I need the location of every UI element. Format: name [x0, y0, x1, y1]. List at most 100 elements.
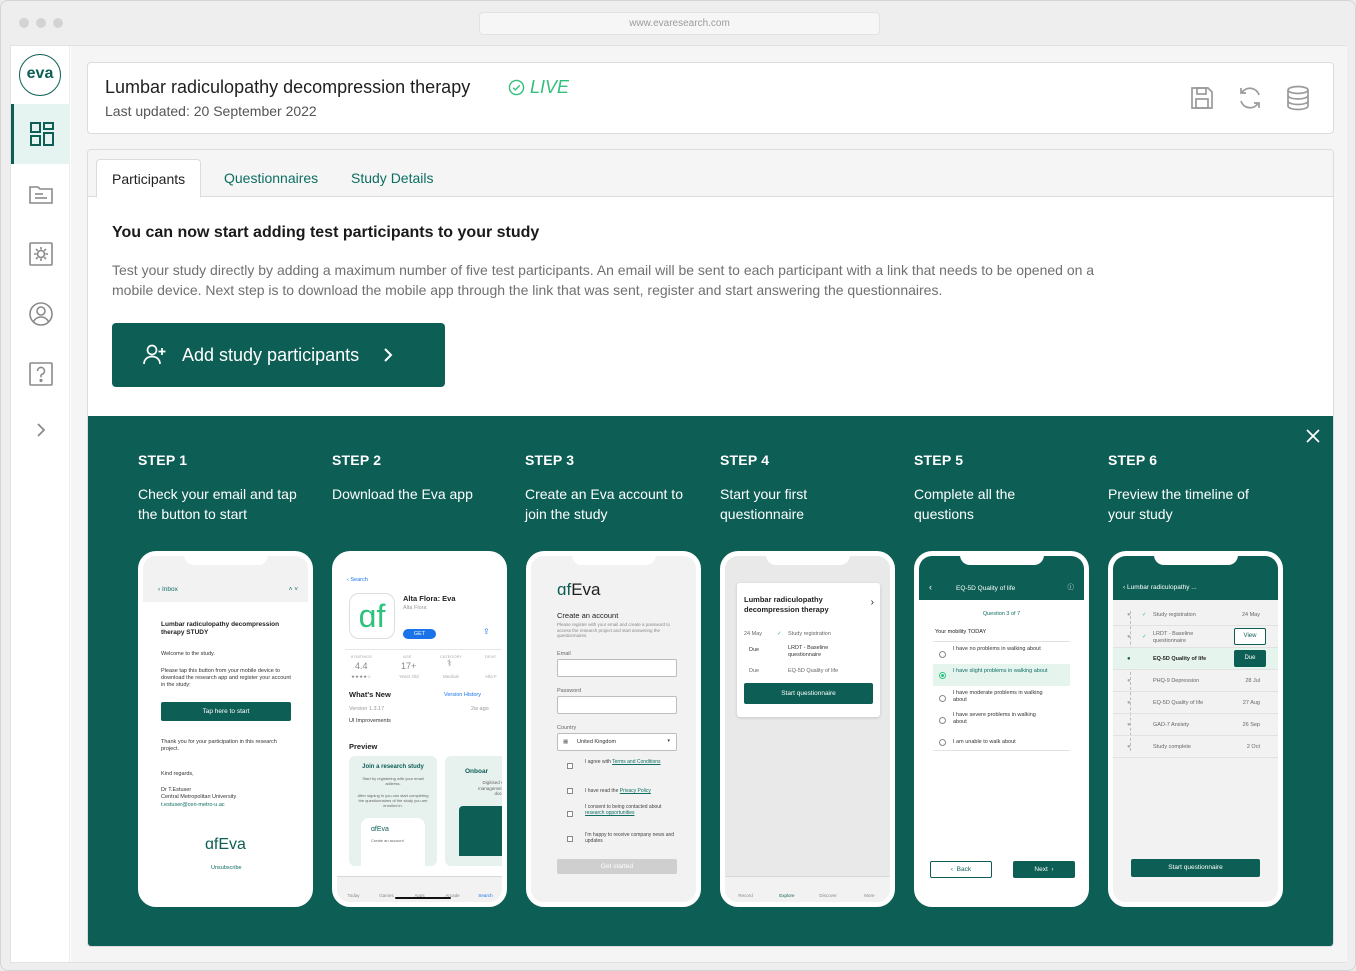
intro-heading: You can now start adding test participan…: [112, 224, 540, 241]
timeline-row: ● PHQ-9 Depression 28 Jul: [1113, 670, 1278, 692]
terms-checkbox[interactable]: [567, 763, 573, 769]
rating-stars: ★★★★☆: [351, 674, 372, 679]
timeline-item: EQ-5D Quality of life: [788, 668, 839, 674]
refresh-button[interactable]: [1235, 83, 1265, 113]
tab-participants[interactable]: Participants: [96, 159, 202, 198]
step-label: STEP 4: [720, 452, 770, 468]
option-radio[interactable]: [939, 717, 946, 724]
unsubscribe-link[interactable]: Unsubscribe: [211, 865, 242, 872]
browser-window: www.evaresearch.com eva Lumbar radiculop…: [0, 0, 1356, 971]
save-icon: [1191, 87, 1213, 109]
back-button[interactable]: ‹ Back: [930, 861, 992, 878]
create-account-title: Create an account: [557, 611, 619, 620]
phone-timeline: ‹ Lumbar radiculopathy ... ● ✓ Study reg…: [1108, 551, 1283, 907]
info-icon[interactable]: ⓘ: [1068, 584, 1075, 592]
country-value: United Kingdom: [577, 739, 617, 745]
consent-link[interactable]: research opportunities: [585, 810, 634, 816]
get-started-button[interactable]: Get started: [557, 859, 677, 874]
whats-new-heading: What's New: [349, 690, 391, 699]
option-radio[interactable]: [939, 695, 946, 702]
app-name: Alta Flora: Eva: [403, 594, 456, 603]
step-label: STEP 3: [525, 452, 575, 468]
timeline-item: Study registration: [788, 631, 831, 637]
view-button[interactable]: View: [1234, 628, 1266, 645]
tab-search[interactable]: Search: [472, 893, 500, 898]
tab-explore[interactable]: Explore: [773, 893, 801, 898]
email-text: Welcome to the study.: [161, 651, 215, 657]
sidebar-expand[interactable]: [11, 400, 70, 460]
timeline-date: 2 Oct: [1246, 744, 1260, 750]
consent-checkbox[interactable]: [567, 811, 573, 817]
signature: Central Metropolitan University: [161, 794, 237, 800]
chevron-down-icon: ▾: [667, 738, 670, 744]
tab-more[interactable]: More: [855, 893, 883, 898]
timeline-item: Study registration: [1153, 612, 1196, 618]
start-questionnaire-button[interactable]: Start questionnaire: [744, 683, 873, 704]
option-label: I have no problems in walking about: [953, 646, 1041, 652]
tab-discover[interactable]: Discover: [814, 893, 842, 898]
timeline-back[interactable]: ‹ Lumbar radiculopathy ...: [1123, 584, 1197, 592]
chevron-right-icon: [384, 348, 393, 362]
password-label: Password: [557, 688, 582, 694]
inbox-back[interactable]: ‹ Inbox: [158, 586, 178, 594]
app-icon: ɑf: [349, 593, 395, 639]
search-back[interactable]: ‹ Search: [347, 577, 368, 584]
check-circle-icon: [508, 79, 525, 96]
email-field[interactable]: [557, 659, 677, 677]
add-participants-button[interactable]: Add study participants: [112, 323, 445, 387]
sidebar-item-files[interactable]: [11, 164, 70, 224]
tap-start-button[interactable]: Tap here to start: [161, 702, 291, 721]
preview-card: Onboar Digitised conse management and do…: [445, 756, 502, 866]
get-button[interactable]: GET: [403, 629, 436, 639]
tab-study-details[interactable]: Study Details: [336, 159, 448, 198]
due-button[interactable]: Due: [1234, 650, 1266, 667]
version-history-link[interactable]: Version History: [444, 692, 481, 699]
url-bar[interactable]: www.evaresearch.com: [479, 12, 880, 35]
sidebar-item-dashboard[interactable]: [11, 104, 70, 164]
step-label: STEP 5: [914, 452, 964, 468]
minimize-dot[interactable]: [36, 18, 46, 28]
study-title: Lumbar radiculopathy decompression thera…: [105, 77, 471, 97]
privacy-text: I have read the Privacy Policy: [585, 788, 651, 794]
improvements-text: UI Improvements: [349, 718, 391, 724]
phone-first-questionnaire: Lumbar radiculopathy decompression thera…: [720, 551, 895, 907]
question-prompt: Your mobility TODAY: [935, 629, 987, 635]
tab-questionnaires[interactable]: Questionnaires: [209, 159, 333, 198]
timeline-status: Due: [749, 647, 760, 653]
sidebar-item-settings[interactable]: [11, 224, 70, 284]
step-label: STEP 2: [332, 452, 382, 468]
tab-record[interactable]: Record: [732, 893, 760, 898]
next-button[interactable]: Next ›: [1013, 861, 1075, 878]
privacy-link[interactable]: Privacy Policy: [620, 788, 651, 794]
option-radio[interactable]: [939, 651, 946, 658]
email-text: Please tap this button from your mobile …: [161, 668, 291, 688]
phone-notch: [1153, 556, 1238, 565]
share-icon[interactable]: ⇪: [483, 628, 490, 636]
eva-logo[interactable]: eva: [19, 54, 61, 96]
tab-today[interactable]: Today: [340, 893, 368, 898]
option-radio[interactable]: [939, 739, 946, 746]
timeline-status: Due: [749, 668, 760, 674]
close-dot[interactable]: [19, 18, 29, 28]
sidebar-item-profile[interactable]: [11, 284, 70, 344]
maximize-dot[interactable]: [53, 18, 63, 28]
option-radio-selected[interactable]: [939, 672, 946, 679]
timeline-date: 24 May: [1241, 612, 1260, 618]
close-icon[interactable]: [1305, 428, 1321, 444]
back-icon[interactable]: ‹: [929, 583, 932, 592]
chevron-right-icon[interactable]: ›: [871, 598, 874, 608]
sidebar-item-help[interactable]: [11, 344, 70, 404]
signature-email[interactable]: t.estuser@cen-metro-u.ac: [161, 802, 225, 809]
news-checkbox[interactable]: [567, 836, 573, 842]
terms-link[interactable]: Terms and Conditions: [612, 759, 660, 765]
password-field[interactable]: [557, 696, 677, 714]
country-select[interactable]: ▦ United Kingdom ▾: [557, 733, 677, 751]
country-label: Country: [557, 725, 577, 731]
start-questionnaire-button[interactable]: Start questionnaire: [1131, 859, 1260, 877]
participants-card: Participants Questionnaires Study Detail…: [87, 149, 1334, 947]
save-button[interactable]: [1187, 83, 1217, 113]
database-button[interactable]: [1283, 83, 1313, 113]
privacy-checkbox[interactable]: [567, 788, 573, 794]
preview-card-title: Join a research study: [362, 764, 424, 770]
add-user-icon: [143, 344, 166, 365]
